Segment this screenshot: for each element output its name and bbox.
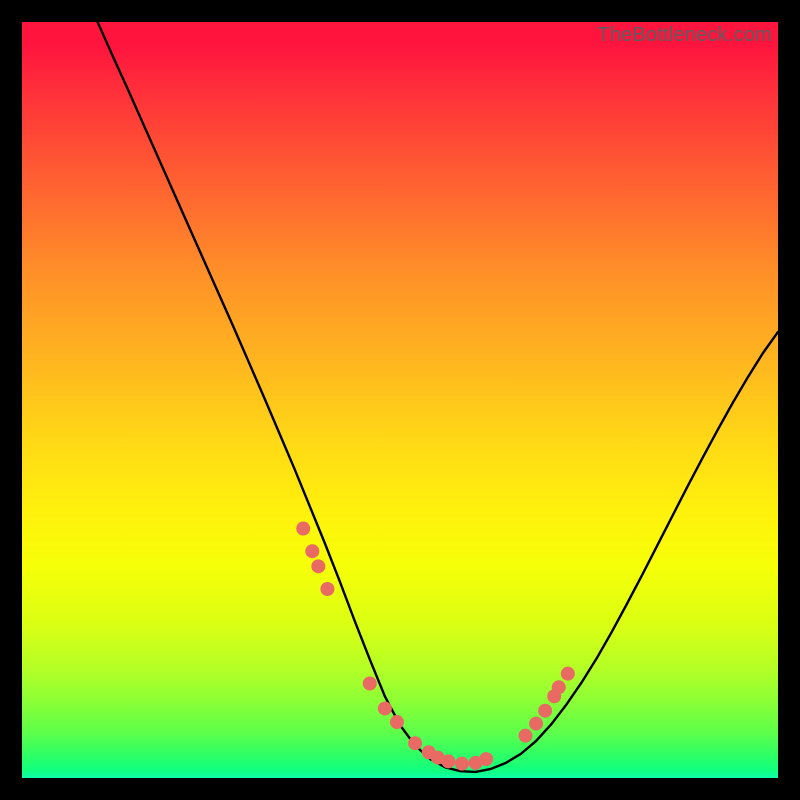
dot <box>441 754 455 768</box>
dot <box>296 522 310 536</box>
dot <box>561 667 575 681</box>
watermark-text: TheBottleneck.com <box>597 24 772 47</box>
dot <box>552 680 566 694</box>
dot <box>479 752 493 766</box>
dot <box>305 544 319 558</box>
dot <box>363 677 377 691</box>
highlight-dots <box>296 522 575 771</box>
bottleneck-curve <box>98 22 778 772</box>
dot <box>538 704 552 718</box>
plot-svg <box>22 22 778 778</box>
dot <box>455 757 469 771</box>
dot <box>519 729 533 743</box>
dot <box>378 701 392 715</box>
chart-frame: TheBottleneck.com <box>22 22 778 778</box>
dot <box>311 559 325 573</box>
dot <box>390 715 404 729</box>
dot <box>408 736 422 750</box>
dot <box>529 717 543 731</box>
dot <box>320 582 334 596</box>
